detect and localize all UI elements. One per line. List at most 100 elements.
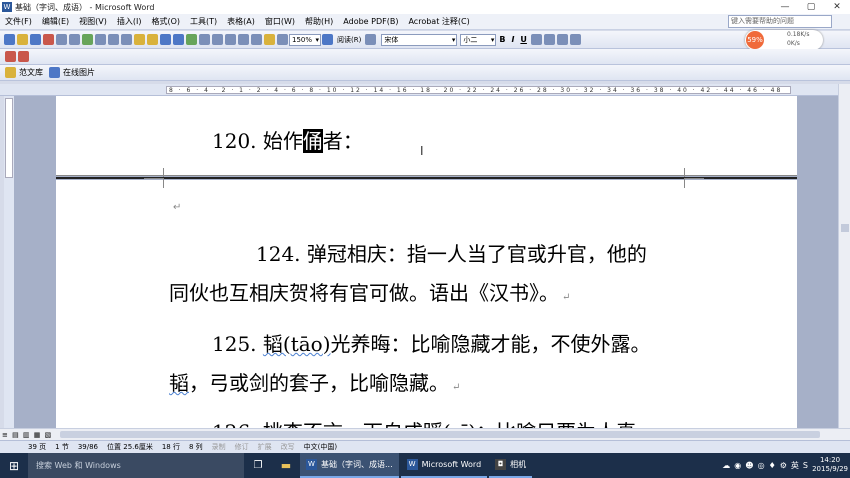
print-preview-icon[interactable]: [69, 34, 80, 45]
menu-file[interactable]: 文件(F): [0, 16, 37, 27]
menu-edit[interactable]: 编辑(E): [37, 16, 74, 27]
shield-tray-icon[interactable]: ♦: [769, 461, 776, 470]
print-icon[interactable]: [56, 34, 67, 45]
online-image-icon: [49, 67, 60, 78]
undo-icon[interactable]: [160, 34, 171, 45]
close-button[interactable]: ✕: [824, 0, 850, 14]
tables-borders-icon[interactable]: [199, 34, 210, 45]
menu-table[interactable]: 表格(A): [222, 16, 260, 27]
selected-text[interactable]: 俑: [302, 129, 323, 153]
cut-icon[interactable]: [108, 34, 119, 45]
app-tray-icon[interactable]: ☻: [745, 461, 753, 470]
styles-icon[interactable]: [365, 34, 377, 45]
convert-to-pdf-icon[interactable]: [5, 51, 16, 62]
open-folder-icon[interactable]: [17, 34, 28, 45]
paragraph-mark: ↵: [173, 202, 182, 213]
document-page-top[interactable]: — · · · — 120. 始作俑者： I: [56, 96, 797, 178]
save-icon[interactable]: [30, 34, 41, 45]
status-record[interactable]: 录制: [212, 442, 226, 452]
entry-124-line2[interactable]: 同伙也互相庆贺将有官可做。语出《汉书》。 ↵: [169, 277, 570, 306]
horizontal-scroll-thumb[interactable]: [60, 431, 820, 438]
menu-window[interactable]: 窗口(W): [260, 16, 300, 27]
horizontal-ruler[interactable]: 8 · 6 · 4 · 2 · 1 · 2 · 4 · 6 · 8 · 10 ·…: [0, 84, 850, 96]
menu-view[interactable]: 视图(V): [74, 16, 112, 27]
menu-format[interactable]: 格式(O): [146, 16, 185, 27]
entry-120[interactable]: 120. 始作俑者：: [212, 125, 363, 154]
entry-125-line1[interactable]: 125. 韬(tāo)光养晦：比喻隐藏才能，不使外露。: [212, 328, 651, 357]
cloud-tray-icon[interactable]: ☁: [722, 461, 730, 470]
drawing-icon[interactable]: [251, 34, 262, 45]
entry-125-line2[interactable]: 韬，弓或剑的套子，比喻隐藏。 ↵: [169, 367, 460, 396]
network-tray-icon[interactable]: ◎: [758, 461, 765, 470]
ruler-scale: 8 · 6 · 4 · 2 · 1 · 2 · 4 · 6 · 8 · 10 ·…: [166, 86, 791, 94]
status-overtype[interactable]: 改写: [281, 442, 295, 452]
status-language[interactable]: 中文(中国): [304, 442, 337, 452]
align-right-icon[interactable]: [556, 34, 568, 45]
research-icon[interactable]: [95, 34, 106, 45]
underline-button[interactable]: U: [520, 35, 527, 44]
align-center-icon[interactable]: [543, 34, 555, 45]
copy-icon[interactable]: [121, 34, 132, 45]
redo-icon[interactable]: [173, 34, 184, 45]
spelling-icon[interactable]: [82, 34, 93, 45]
pdf-email-icon[interactable]: [18, 51, 29, 62]
online-image-button[interactable]: 在线图片: [63, 67, 95, 78]
taskbar-app-camera[interactable]: ◘ 相机: [489, 453, 533, 478]
entry-126-line1[interactable]: 126. 桃李不言，下自成蹊(xī)：比喻只要为人真: [212, 416, 636, 428]
document-map-icon[interactable]: [264, 34, 275, 45]
taskbar-app-document[interactable]: W 基础（字词、成语...: [300, 453, 399, 478]
security-tray-icon[interactable]: ◉: [734, 461, 741, 470]
format-painter-icon[interactable]: [147, 34, 158, 45]
file-explorer-icon[interactable]: ▬: [272, 459, 300, 472]
horizontal-scrollbar[interactable]: ≡ ▤ ▥ ▦ ▧: [0, 428, 850, 440]
zoom-select[interactable]: 150%: [289, 33, 321, 46]
start-button[interactable]: ⊞: [0, 453, 28, 478]
sogou-ime-icon[interactable]: S: [803, 461, 808, 470]
status-extend[interactable]: 扩展: [258, 442, 272, 452]
menu-acrobat-comments[interactable]: Acrobat 注释(C): [403, 16, 474, 27]
minimize-button[interactable]: —: [772, 0, 798, 14]
maximize-button[interactable]: ▢: [798, 0, 824, 14]
menu-tools[interactable]: 工具(T): [185, 16, 222, 27]
settings-tray-icon[interactable]: ⚙: [780, 461, 787, 470]
taskbar-search-box[interactable]: 搜索 Web 和 Windows: [28, 453, 244, 478]
italic-button[interactable]: I: [511, 35, 514, 44]
vertical-scrollbar[interactable]: [838, 84, 850, 428]
justify-icon[interactable]: [569, 34, 581, 45]
status-bar: 39 页 1 节 39/86 位置 25.6厘米 18 行 8 列 录制 修订 …: [0, 440, 850, 453]
vertical-ruler[interactable]: [4, 96, 14, 428]
paste-icon[interactable]: [134, 34, 145, 45]
task-view-icon[interactable]: ❐: [244, 460, 272, 471]
document-area[interactable]: — · · · — 120. 始作俑者： I ↵ 124. 弹冠相庆：指一人当了…: [14, 96, 838, 428]
hyperlink-icon[interactable]: [186, 34, 197, 45]
taskbar-app-word[interactable]: W Microsoft Word: [400, 453, 488, 478]
show-hide-icon[interactable]: [277, 34, 288, 45]
columns-icon[interactable]: [238, 34, 249, 45]
new-document-icon[interactable]: [4, 34, 15, 45]
taskbar-clock[interactable]: 14:20 2015/9/29: [812, 456, 848, 474]
bold-button[interactable]: B: [499, 35, 505, 44]
status-page: 39 页: [28, 443, 47, 451]
help-icon[interactable]: [322, 34, 333, 45]
menu-help[interactable]: 帮助(H): [300, 16, 338, 27]
font-size-select[interactable]: 小二: [460, 33, 497, 46]
insert-excel-icon[interactable]: [225, 34, 236, 45]
insert-table-icon[interactable]: [212, 34, 223, 45]
entry-124-line1[interactable]: 124. 弹冠相庆：指一人当了官或升官，他的: [256, 238, 647, 267]
menu-adobe-pdf[interactable]: Adobe PDF(B): [338, 17, 403, 26]
view-mode-buttons[interactable]: ≡ ▤ ▥ ▦ ▧: [2, 431, 52, 439]
read-mode-button[interactable]: 阅读(R): [337, 35, 361, 45]
align-left-icon[interactable]: [530, 34, 542, 45]
font-name-select[interactable]: 宋体: [381, 33, 458, 46]
vertical-scroll-thumb[interactable]: [841, 224, 849, 232]
entry-125-word: 韬(tāo): [262, 332, 331, 356]
help-search-input[interactable]: 键入需要帮助的问题: [728, 15, 832, 28]
system-tray: ☁ ◉ ☻ ◎ ♦ ⚙ 英 S: [720, 453, 810, 478]
window-controls: — ▢ ✕: [772, 0, 850, 14]
ime-language-indicator[interactable]: 英: [791, 460, 799, 471]
menu-insert[interactable]: 插入(I): [112, 16, 147, 27]
permission-icon[interactable]: [43, 34, 54, 45]
template-library-button[interactable]: 范文库: [19, 67, 43, 78]
status-track-changes[interactable]: 修订: [235, 442, 249, 452]
document-page[interactable]: ↵ 124. 弹冠相庆：指一人当了官或升官，他的 同伙也互相庆贺将有官可做。语出…: [56, 178, 797, 428]
